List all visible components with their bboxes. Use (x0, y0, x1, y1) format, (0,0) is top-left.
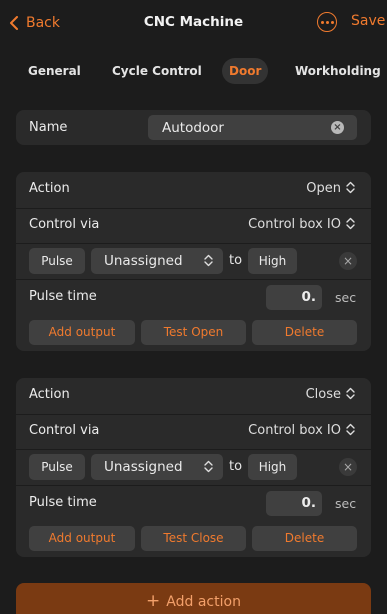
pulse-time-input[interactable]: 0. (266, 285, 322, 310)
tab-general[interactable]: General (28, 58, 81, 84)
output-select[interactable]: Unassigned (91, 454, 223, 480)
control-via-label: Control via (29, 217, 100, 232)
tab-bar: General Cycle Control Door Workholding (0, 58, 387, 84)
action-value: Open (306, 181, 341, 196)
divider (16, 414, 371, 415)
pulse-unit: sec (335, 496, 357, 511)
control-via-value: Control box IO (248, 423, 341, 438)
divider (16, 485, 371, 486)
updown-chevron-icon (204, 254, 213, 267)
mode-select[interactable]: Pulse (29, 248, 85, 274)
updown-chevron-icon (346, 423, 355, 436)
add-output-button[interactable]: Add output (29, 526, 135, 551)
pulse-time-input[interactable]: 0. (266, 491, 322, 516)
divider (16, 208, 371, 209)
updown-chevron-icon (346, 217, 355, 230)
control-via-label: Control via (29, 423, 100, 438)
name-input[interactable]: Autodoor × (148, 115, 357, 140)
add-action-button[interactable]: + Add action (16, 583, 371, 614)
output-value: Unassigned (104, 253, 183, 269)
divider (16, 449, 371, 450)
action-select[interactable]: Close (306, 387, 355, 402)
control-via-select[interactable]: Control box IO (248, 423, 355, 438)
remove-output-icon[interactable]: × (339, 252, 357, 270)
add-output-button[interactable]: Add output (29, 320, 135, 345)
level-select[interactable]: High (248, 248, 297, 274)
control-via-select[interactable]: Control box IO (248, 217, 355, 232)
remove-output-icon[interactable]: × (339, 458, 357, 476)
name-label: Name (29, 120, 68, 135)
updown-chevron-icon (346, 181, 355, 194)
action-label: Action (29, 181, 70, 196)
pulse-time-label: Pulse time (29, 495, 97, 510)
save-button[interactable]: Save (351, 13, 385, 29)
action-card-close: Action Close Control via Control box IO … (16, 378, 371, 557)
test-open-button[interactable]: Test Open (141, 320, 246, 345)
action-select[interactable]: Open (306, 181, 355, 196)
name-card: Name Autodoor × (16, 110, 371, 145)
action-card-open: Action Open Control via Control box IO P… (16, 172, 371, 351)
to-label: to (229, 253, 243, 268)
output-select[interactable]: Unassigned (91, 248, 223, 274)
clear-icon[interactable]: × (331, 121, 344, 134)
output-value: Unassigned (104, 459, 183, 475)
more-options-icon[interactable] (317, 12, 337, 32)
name-value: Autodoor (162, 120, 224, 136)
action-value: Close (305, 387, 341, 402)
tab-cycle-control[interactable]: Cycle Control (112, 58, 202, 84)
test-close-button[interactable]: Test Close (141, 526, 246, 551)
top-bar: Back CNC Machine Save (0, 0, 387, 46)
mode-select[interactable]: Pulse (29, 454, 85, 480)
action-label: Action (29, 387, 70, 402)
pulse-time-label: Pulse time (29, 289, 97, 304)
to-label: to (229, 459, 243, 474)
pulse-unit: sec (335, 290, 357, 305)
divider (16, 243, 371, 244)
level-select[interactable]: High (248, 454, 297, 480)
divider (16, 279, 371, 280)
delete-button[interactable]: Delete (252, 320, 357, 345)
control-via-value: Control box IO (248, 217, 341, 232)
add-action-label: Add action (166, 594, 241, 610)
updown-chevron-icon (346, 387, 355, 400)
plus-icon: + (146, 591, 161, 611)
delete-button[interactable]: Delete (252, 526, 357, 551)
updown-chevron-icon (204, 460, 213, 473)
tab-door[interactable]: Door (222, 58, 269, 84)
tab-workholding[interactable]: Workholding (295, 58, 381, 84)
